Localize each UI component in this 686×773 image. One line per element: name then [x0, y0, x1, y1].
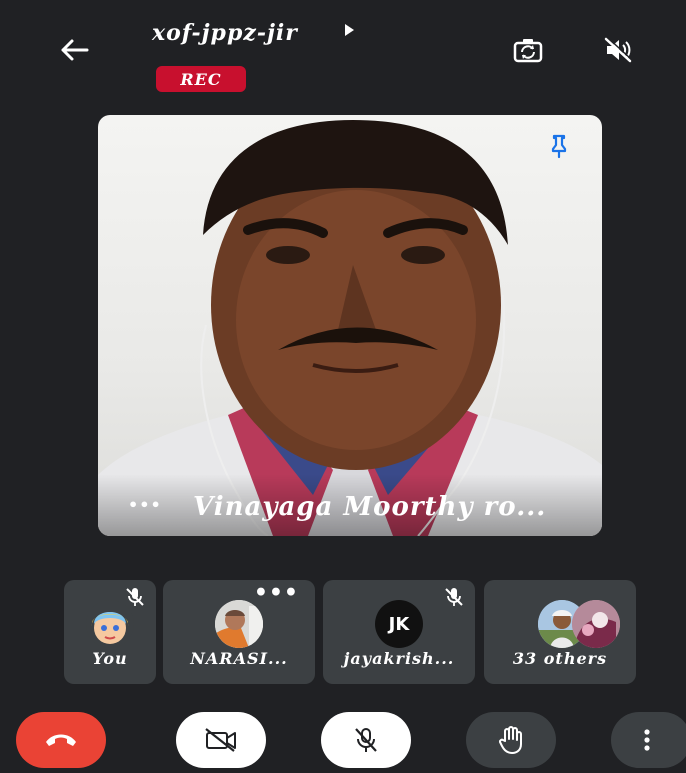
avatar-stack: [504, 600, 620, 648]
participant-label: You: [92, 649, 128, 668]
speaker-name: Vinayaga Moorthy ro...: [193, 492, 547, 522]
camera-off-icon: [205, 728, 236, 752]
top-bar: xof-jppz-jir REC: [0, 0, 686, 110]
more-options-dots[interactable]: •••: [254, 580, 299, 606]
more-options-button[interactable]: [611, 712, 686, 768]
participant-tile-you[interactable]: You: [64, 580, 156, 684]
avatar: JK: [375, 600, 423, 648]
mic-off-icon: [445, 588, 463, 606]
main-speaker-tile[interactable]: ••• Vinayaga Moorthy ro...: [98, 115, 602, 536]
participant-label: 33 others: [512, 649, 608, 668]
meeting-title[interactable]: xof-jppz-jir: [152, 20, 298, 46]
mic-off-icon: [355, 728, 377, 752]
pin-icon[interactable]: [546, 133, 572, 159]
participant-tile-jayakrish[interactable]: JK jayakrish...: [323, 580, 475, 684]
participant-label: NARASI...: [190, 649, 288, 668]
avatar: [572, 600, 620, 648]
switch-camera-icon: [513, 39, 543, 63]
speaker-name-bar: ••• Vinayaga Moorthy ro...: [98, 474, 602, 536]
avatar: [86, 600, 134, 648]
speaker-toggle-button[interactable]: [596, 28, 640, 72]
speaker-video: [98, 120, 602, 536]
mic-off-icon: [126, 588, 144, 606]
speaker-off-icon: [604, 36, 632, 63]
end-call-button[interactable]: [16, 712, 106, 768]
more-options-dots[interactable]: •••: [128, 495, 162, 514]
mic-toggle-button[interactable]: [321, 712, 411, 768]
participant-label: jayakrish...: [343, 649, 455, 668]
participant-strip: You ••• NARASI... JK jayakrish... 33 oth…: [64, 580, 664, 684]
participant-tile-narasi[interactable]: ••• NARASI...: [163, 580, 315, 684]
expand-caret-icon[interactable]: [345, 24, 354, 36]
camera-toggle-button[interactable]: [176, 712, 266, 768]
participant-tile-others[interactable]: 33 others: [484, 580, 636, 684]
end-call-icon: [46, 734, 76, 746]
recording-badge: REC: [156, 66, 246, 92]
switch-camera-button[interactable]: [506, 28, 550, 72]
avatar: [215, 600, 263, 648]
raise-hand-icon: [499, 726, 522, 754]
more-vert-icon: [644, 729, 650, 751]
raise-hand-button[interactable]: [466, 712, 556, 768]
avatar-initials: JK: [388, 613, 410, 635]
back-button[interactable]: [52, 30, 96, 70]
back-arrow-icon: [61, 39, 89, 61]
call-controls: [0, 700, 686, 773]
